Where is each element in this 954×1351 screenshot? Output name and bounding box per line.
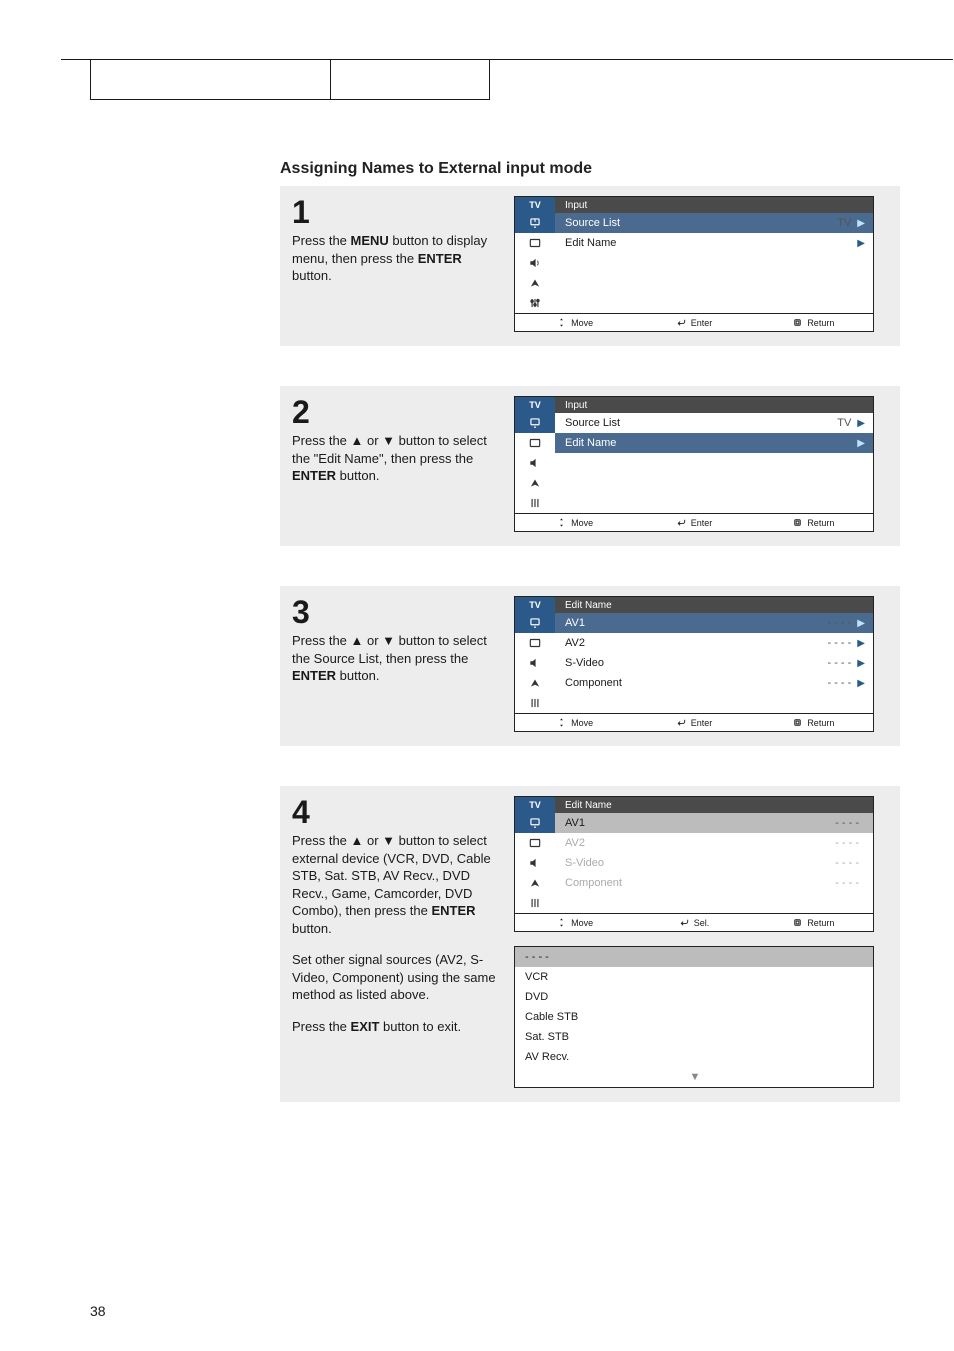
menu-row: S-Video- - - -▶ bbox=[555, 653, 873, 673]
osd-menu: TV Input Source ListTV▶ Edit Name▶ bbox=[514, 396, 874, 532]
page-number: 38 bbox=[90, 1303, 106, 1319]
setup-icon bbox=[515, 693, 555, 713]
option-popup: - - - - VCR DVD Cable STB Sat. STB AV Re… bbox=[514, 946, 874, 1088]
osd-menu: TV Input Source ListTV▶ Edit Name▶ bbox=[514, 196, 874, 332]
sound-icon bbox=[515, 253, 555, 273]
menu-row: AV1- - - - bbox=[555, 813, 873, 833]
tv-label: TV bbox=[515, 197, 555, 213]
menu-title: Input bbox=[555, 397, 873, 413]
input-icon bbox=[515, 213, 555, 233]
input-icon bbox=[515, 413, 555, 433]
picture-icon bbox=[515, 433, 555, 453]
step-exit: Press the EXIT button to exit. bbox=[292, 1018, 500, 1036]
menu-row: Source ListTV▶ bbox=[555, 413, 873, 433]
step-num: 1 bbox=[292, 196, 500, 228]
more-icon: ▼ bbox=[515, 1067, 873, 1087]
menu-row: Edit Name▶ bbox=[555, 233, 873, 253]
step-instruction: Press the MENU button to display menu, t… bbox=[292, 232, 500, 285]
input-icon bbox=[515, 813, 555, 833]
menu-row: AV2- - - -▶ bbox=[555, 633, 873, 653]
step-note: Set other signal sources (AV2, S-Video, … bbox=[292, 951, 500, 1004]
menu-row: Component- - - -▶ bbox=[555, 673, 873, 693]
picture-icon bbox=[515, 633, 555, 653]
channel-icon bbox=[515, 273, 555, 293]
menu-footer: Move Enter Return bbox=[515, 513, 873, 531]
channel-icon bbox=[515, 473, 555, 493]
step-4: 4 Press the ▲ or ▼ button to select exte… bbox=[280, 786, 900, 1102]
setup-icon bbox=[515, 293, 555, 313]
channel-icon bbox=[515, 673, 555, 693]
menu-title: Edit Name bbox=[555, 797, 873, 813]
menu-row: Source ListTV▶ bbox=[555, 213, 873, 233]
option-row: AV Recv. bbox=[515, 1047, 873, 1067]
section-title: Assigning Names to External input mode bbox=[280, 160, 894, 178]
menu-row: S-Video- - - - bbox=[555, 853, 873, 873]
channel-icon bbox=[515, 873, 555, 893]
step-instruction: Press the ▲ or ▼ button to select the So… bbox=[292, 632, 500, 685]
osd-menu: TV Edit Name AV1- - - - AV2- - - - S-Vid… bbox=[514, 796, 874, 932]
menu-row: AV1- - - -▶ bbox=[555, 613, 873, 633]
picture-icon bbox=[515, 833, 555, 853]
input-icon bbox=[515, 613, 555, 633]
menu-footer: Move Enter Return bbox=[515, 713, 873, 731]
setup-icon bbox=[515, 493, 555, 513]
step-num: 4 bbox=[292, 796, 500, 828]
setup-icon bbox=[515, 893, 555, 913]
step-instruction: Press the ▲ or ▼ button to select the "E… bbox=[292, 432, 500, 485]
step-2: 2 Press the ▲ or ▼ button to select the … bbox=[280, 386, 900, 546]
osd-menu: TV Edit Name AV1- - - -▶ AV2- - - -▶ S-V… bbox=[514, 596, 874, 732]
option-row: DVD bbox=[515, 987, 873, 1007]
sound-icon bbox=[515, 853, 555, 873]
option-row: Cable STB bbox=[515, 1007, 873, 1027]
sound-icon bbox=[515, 453, 555, 473]
step-1: 1 Press the MENU button to display menu,… bbox=[280, 186, 900, 346]
menu-row: AV2- - - - bbox=[555, 833, 873, 853]
step-3: 3 Press the ▲ or ▼ button to select the … bbox=[280, 586, 900, 746]
option-row: VCR bbox=[515, 967, 873, 987]
step-num: 2 bbox=[292, 396, 500, 428]
header-tab bbox=[90, 60, 490, 100]
menu-footer: Move Sel. Return bbox=[515, 913, 873, 931]
menu-title: Edit Name bbox=[555, 597, 873, 613]
menu-footer: Move Enter Return bbox=[515, 313, 873, 331]
step-num: 3 bbox=[292, 596, 500, 628]
option-row: - - - - bbox=[515, 947, 873, 967]
menu-title: Input bbox=[555, 197, 873, 213]
menu-row: Component- - - - bbox=[555, 873, 873, 893]
step-instruction: Press the ▲ or ▼ button to select extern… bbox=[292, 832, 500, 937]
option-row: Sat. STB bbox=[515, 1027, 873, 1047]
menu-row: Edit Name▶ bbox=[555, 433, 873, 453]
sound-icon bbox=[515, 653, 555, 673]
picture-icon bbox=[515, 233, 555, 253]
